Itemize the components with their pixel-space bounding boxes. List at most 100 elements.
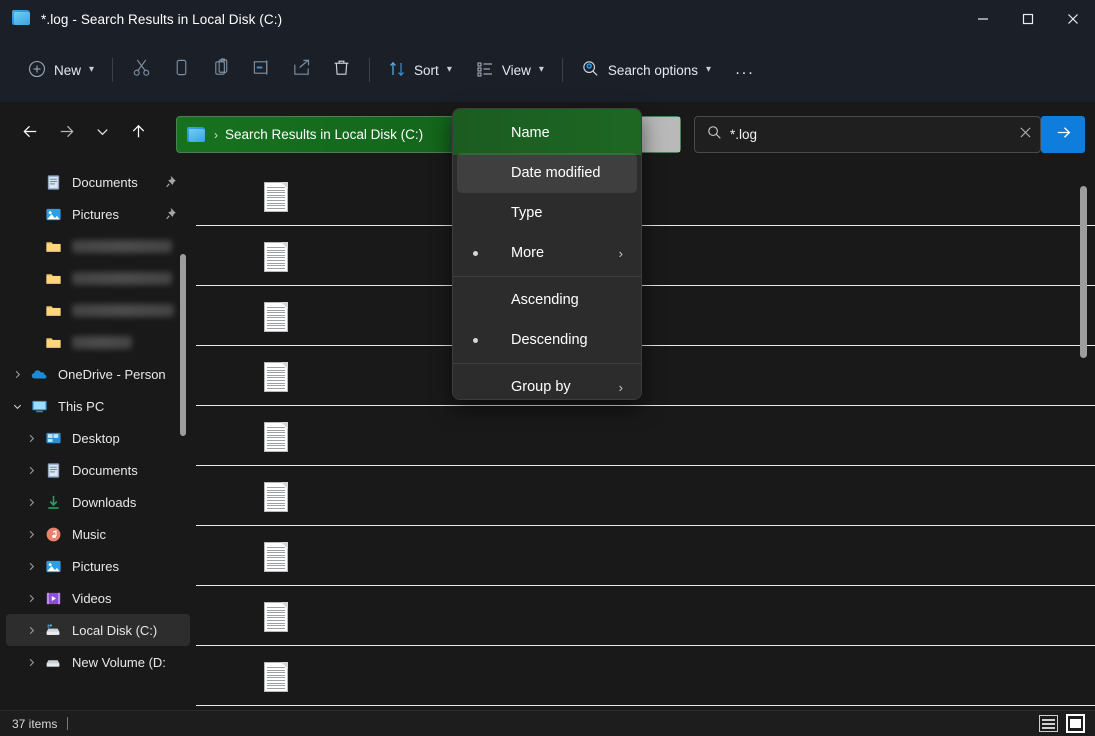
up-button[interactable] <box>120 116 156 152</box>
table-row[interactable] <box>196 346 1095 406</box>
chevron-right-icon[interactable] <box>20 497 42 508</box>
close-button[interactable] <box>1050 0 1095 38</box>
sort-context-menu[interactable]: NameDate modifiedTypeMore› AscendingDesce… <box>452 108 642 400</box>
file-list-scrollbar[interactable] <box>1080 186 1087 358</box>
documents-icon <box>45 462 62 479</box>
sidebar-item-desktop[interactable]: Desktop <box>6 422 190 454</box>
table-row[interactable] <box>196 586 1095 646</box>
new-button[interactable]: New ▾ <box>18 53 104 87</box>
chevron-right-icon[interactable] <box>6 369 28 380</box>
back-button[interactable] <box>12 116 48 152</box>
documents-icon <box>45 174 62 191</box>
scissors-icon <box>132 58 151 82</box>
folder-icon <box>45 302 62 319</box>
redacted-label <box>72 304 174 317</box>
preview-pane-button[interactable] <box>1066 714 1085 733</box>
cut-button[interactable] <box>121 53 161 87</box>
sidebar-item-redacted-3[interactable] <box>6 262 190 294</box>
chevron-right-icon[interactable] <box>20 625 42 636</box>
downloads-icon <box>45 494 62 511</box>
share-button[interactable] <box>281 53 321 87</box>
chevron-down-icon[interactable] <box>6 401 28 412</box>
view-button[interactable]: View ▾ <box>466 53 554 87</box>
sidebar-item-redacted-4[interactable] <box>6 294 190 326</box>
pictures-icon <box>45 206 62 223</box>
table-row[interactable] <box>196 166 1095 226</box>
new-button-label: New <box>54 63 81 78</box>
sidebar-item-redacted-2[interactable] <box>6 230 190 262</box>
breadcrumb-separator: › <box>214 128 218 142</box>
clear-search-button[interactable] <box>1010 126 1040 144</box>
chevron-right-icon[interactable] <box>20 593 42 604</box>
arrow-right-icon <box>57 122 76 146</box>
navigation-pane[interactable]: Documents Pictures OneDrive - PersonThis P… <box>0 166 196 710</box>
sidebar-item-pictures[interactable]: Pictures <box>6 550 190 582</box>
redacted-label <box>72 272 172 285</box>
menu-item-name[interactable]: Name <box>457 113 637 153</box>
menu-item-more[interactable]: More› <box>457 233 637 273</box>
sort-button-label: Sort <box>414 63 439 78</box>
table-row[interactable] <box>196 406 1095 466</box>
delete-button[interactable] <box>321 53 361 87</box>
search-box[interactable]: *.log <box>694 116 1041 153</box>
share-icon <box>292 58 311 82</box>
forward-button[interactable] <box>48 116 84 152</box>
text-document-icon <box>264 662 288 692</box>
arrow-right-icon <box>1054 123 1073 147</box>
sidebar-item-documents[interactable]: Documents <box>6 166 190 198</box>
view-list-icon <box>476 60 494 81</box>
table-row[interactable] <box>196 466 1095 526</box>
search-options-button[interactable]: Search options ▾ <box>571 53 721 87</box>
sidebar-item-onedrive-person[interactable]: OneDrive - Person <box>6 358 190 390</box>
menu-item-group-by[interactable]: Group by› <box>457 367 637 400</box>
folder-icon <box>45 334 62 351</box>
table-row[interactable] <box>196 526 1095 586</box>
chevron-right-icon[interactable] <box>20 465 42 476</box>
sidebar-item-new-volume-d[interactable]: New Volume (D: <box>6 646 190 678</box>
sidebar-item-local-disk-c[interactable]: Local Disk (C:) <box>6 614 190 646</box>
file-explorer-window: *.log - Search Results in Local Disk (C:… <box>0 0 1095 736</box>
sidebar-item-pictures[interactable]: Pictures <box>6 198 190 230</box>
command-toolbar: New ▾ <box>0 38 1095 102</box>
menu-item-type[interactable]: Type <box>457 193 637 233</box>
pin-icon[interactable] <box>165 206 180 226</box>
details-view-button[interactable] <box>1039 715 1058 732</box>
window-controls <box>960 0 1095 38</box>
menu-item-ascending[interactable]: Ascending <box>457 280 637 320</box>
menu-item-descending[interactable]: Descending <box>457 320 637 360</box>
text-document-icon <box>264 362 288 392</box>
pin-icon[interactable] <box>165 174 180 194</box>
chevron-right-icon[interactable] <box>20 657 42 668</box>
sidebar-item-music[interactable]: Music <box>6 518 190 550</box>
sidebar-item-videos[interactable]: Videos <box>6 582 190 614</box>
table-row[interactable] <box>196 646 1095 706</box>
table-row[interactable] <box>196 226 1095 286</box>
toolbar-separator-3 <box>562 58 563 82</box>
sort-button[interactable]: Sort ▾ <box>378 53 462 87</box>
sidebar-item-label: Pictures <box>72 207 119 222</box>
menu-item-date-modified[interactable]: Date modified <box>457 153 637 193</box>
ellipsis-icon: ... <box>735 65 754 75</box>
minimize-button[interactable] <box>960 0 1005 38</box>
paste-button[interactable] <box>201 53 241 87</box>
copy-button[interactable] <box>161 53 201 87</box>
table-row[interactable] <box>196 286 1095 346</box>
file-list[interactable] <box>196 166 1095 710</box>
chevron-right-icon[interactable] <box>20 433 42 444</box>
refresh-button[interactable] <box>642 117 680 152</box>
text-document-icon <box>264 242 288 272</box>
sidebar-item-this-pc[interactable]: This PC <box>6 390 190 422</box>
sidebar-item-downloads[interactable]: Downloads <box>6 486 190 518</box>
run-search-button[interactable] <box>1041 116 1085 153</box>
search-input[interactable]: *.log <box>730 127 1010 142</box>
more-options-button[interactable]: ... <box>725 53 765 87</box>
sidebar-item-redacted-5[interactable] <box>6 326 190 358</box>
sidebar-item-documents[interactable]: Documents <box>6 454 190 486</box>
maximize-button[interactable] <box>1005 0 1050 38</box>
chevron-right-icon[interactable] <box>20 529 42 540</box>
recent-locations-button[interactable] <box>84 116 120 152</box>
sidebar-scrollbar[interactable] <box>180 254 186 436</box>
chevron-right-icon[interactable] <box>20 561 42 572</box>
rename-button[interactable] <box>241 53 281 87</box>
chevron-down-icon: ▾ <box>447 65 452 75</box>
